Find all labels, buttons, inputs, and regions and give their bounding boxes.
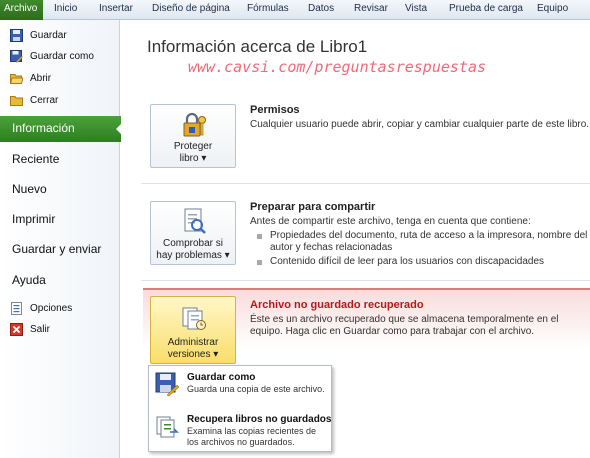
nav-recent[interactable]: Reciente (12, 152, 59, 166)
check-issues-label2: hay problemas ▾ (156, 250, 230, 261)
tab-data[interactable]: Datos (308, 3, 334, 14)
share-text: Antes de compartir este archivo, tenga e… (250, 216, 531, 227)
nav-close[interactable]: Cerrar (10, 91, 58, 109)
section-divider (141, 280, 590, 281)
manage-versions-label1: Administrar (167, 337, 219, 348)
section-divider (141, 183, 590, 184)
nav-info[interactable]: Información (0, 116, 123, 142)
nav-open-label: Abrir (30, 72, 52, 84)
save-as-icon (10, 49, 23, 63)
bullet-marker (257, 234, 262, 239)
save-as-icon (155, 372, 180, 397)
tab-page-layout[interactable]: Diseño de página (152, 3, 230, 14)
tab-insert[interactable]: Insertar (99, 3, 133, 14)
nav-new[interactable]: Nuevo (12, 182, 47, 196)
save-icon (10, 28, 23, 42)
nav-exit-label: Salir (30, 323, 51, 335)
nav-options-label: Opciones (30, 302, 73, 314)
share-bullet-properties: Propiedades del documento, ruta de acces… (270, 230, 588, 253)
nav-save-as[interactable]: Guardar como (10, 47, 94, 65)
check-document-icon (180, 207, 208, 238)
watermark-text: www.cavsi.com/preguntasrespuestas (188, 58, 487, 76)
menu-save-as-desc: Guarda una copia de este archivo. (187, 384, 325, 394)
menu-recover-unsaved[interactable]: Recupera libros no guardados Examina las… (149, 410, 331, 452)
protect-workbook-button[interactable]: Proteger libro ▾ (150, 104, 236, 168)
page-title: Información acerca de Libro1 (147, 37, 368, 56)
menu-save-as-title: Guardar como (187, 372, 256, 383)
exit-icon (10, 322, 23, 336)
folder-close-icon (10, 94, 23, 107)
menu-save-as[interactable]: Guardar como Guarda una copia de este ar… (149, 368, 331, 410)
tab-load-test[interactable]: Prueba de carga (449, 3, 523, 14)
lock-key-icon (180, 111, 208, 142)
protect-workbook-label2: libro ▾ (179, 153, 207, 164)
nav-save-as-label: Guardar como (30, 50, 94, 62)
check-issues-label1: Comprobar si (162, 238, 224, 249)
tab-review[interactable]: Revisar (354, 3, 388, 14)
manage-versions-label2: versiones ▾ (167, 349, 219, 360)
folder-open-icon (9, 72, 24, 85)
menu-recover-unsaved-title: Recupera libros no guardados (187, 414, 332, 425)
nav-close-label: Cerrar (30, 94, 59, 106)
nav-open[interactable]: Abrir (9, 69, 52, 87)
tab-view[interactable]: Vista (405, 3, 427, 14)
bullet-marker (257, 260, 262, 265)
protect-workbook-label1: Proteger (173, 141, 213, 152)
menu-recover-unsaved-desc: Examina las copias recientes de los arch… (187, 426, 317, 447)
share-bullet-accessibility: Contenido difícil de leer para los usuar… (270, 256, 545, 267)
recovered-text: Éste es un archivo recuperado que se alm… (250, 314, 559, 337)
nav-save[interactable]: Guardar (10, 26, 67, 44)
nav-save-send[interactable]: Guardar y enviar (12, 242, 101, 256)
nav-save-label: Guardar (30, 29, 67, 41)
nav-exit[interactable]: Salir (10, 320, 50, 338)
tab-home[interactable]: Inicio (54, 3, 77, 14)
check-issues-button[interactable]: Comprobar si hay problemas ▾ (150, 201, 236, 265)
tab-team[interactable]: Equipo (537, 3, 568, 14)
manage-versions-button[interactable]: Administrar versiones ▾ (150, 296, 236, 364)
tab-file[interactable]: Archivo (0, 0, 43, 20)
options-icon (10, 301, 23, 315)
nav-options[interactable]: Opciones (10, 299, 72, 317)
backstage-nav: Guardar Guardar como Abrir Cerrar Inform… (0, 20, 123, 458)
permissions-heading: Permisos (250, 104, 300, 116)
manage-versions-icon (180, 304, 208, 335)
permissions-text: Cualquier usuario puede abrir, copiar y … (250, 119, 590, 130)
ribbon-tab-bar: Archivo Inicio Insertar Diseño de página… (0, 0, 590, 20)
nav-help[interactable]: Ayuda (12, 273, 46, 287)
share-heading: Preparar para compartir (250, 201, 376, 213)
manage-versions-menu: Guardar como Guarda una copia de este ar… (148, 365, 332, 452)
recover-workbooks-icon (155, 414, 179, 438)
nav-print[interactable]: Imprimir (12, 212, 55, 226)
tab-formulas[interactable]: Fórmulas (247, 3, 289, 14)
recovered-heading: Archivo no guardado recuperado (250, 299, 424, 311)
